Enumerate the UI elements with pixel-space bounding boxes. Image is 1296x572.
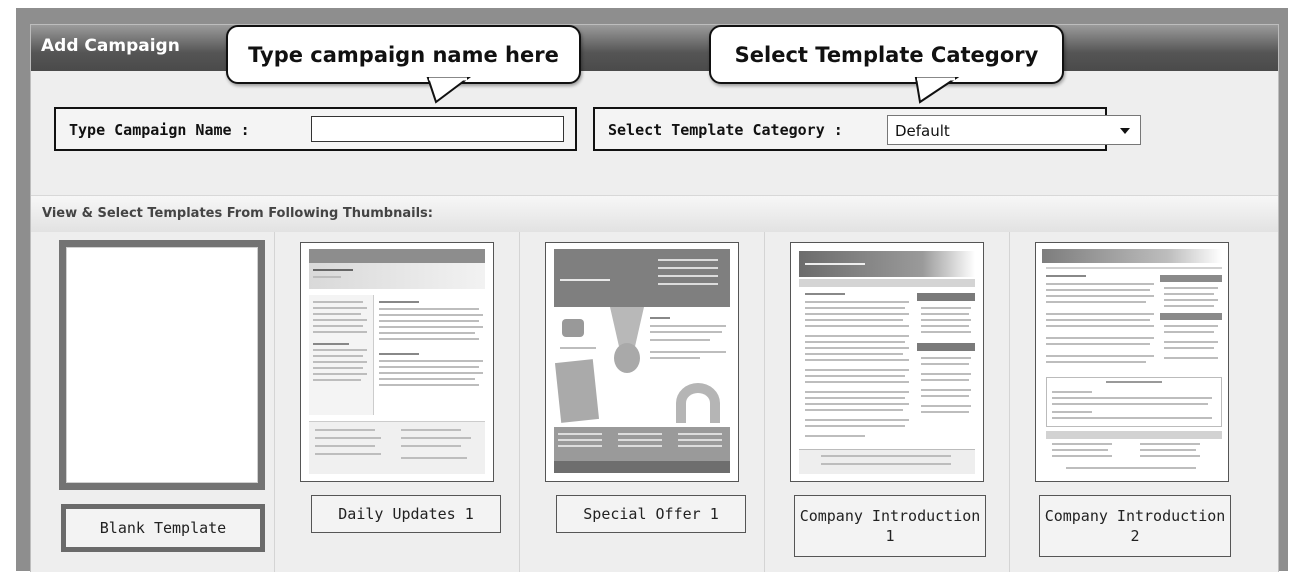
- campaign-name-label: Type Campaign Name :: [69, 121, 250, 139]
- template-button-company-introduction-1[interactable]: Company Introduction 1: [794, 495, 986, 557]
- template-card-daily-updates-1: Daily Updates 1: [276, 232, 520, 572]
- campaign-name-group: Type Campaign Name :: [54, 107, 577, 151]
- blank-page-preview: [66, 247, 258, 483]
- template-button-blank[interactable]: Blank Template: [61, 504, 265, 552]
- thumb-footer: [554, 461, 730, 473]
- thumb-banner: [1042, 249, 1222, 263]
- thumb-side-heading: [1160, 275, 1222, 282]
- thumb-ball: [614, 343, 640, 373]
- template-button-daily-updates-1[interactable]: Daily Updates 1: [311, 495, 501, 533]
- thumb-icon: [562, 319, 584, 337]
- thumb-side-heading-2: [1160, 313, 1222, 320]
- template-category-value: Default: [895, 122, 950, 140]
- thumb-banner: [554, 249, 730, 307]
- chevron-down-icon: [1120, 128, 1130, 134]
- thumb-box: [1046, 377, 1222, 427]
- panel-header: Add Campaign: [31, 25, 1278, 71]
- thumb-arrow: [676, 383, 720, 423]
- template-button-special-offer-1[interactable]: Special Offer 1: [556, 495, 746, 533]
- thumb-side-heading: [917, 293, 975, 301]
- template-card-blank: Blank Template: [31, 232, 275, 572]
- thumb-banner: [309, 249, 485, 263]
- campaign-name-callout: Type campaign name here: [226, 25, 581, 84]
- template-thumbnail-company-introduction-1[interactable]: [790, 242, 984, 482]
- template-thumbnail-company-introduction-2[interactable]: [1035, 242, 1229, 482]
- thumb-side-heading-2: [917, 343, 975, 351]
- template-card-company-introduction-1: Company Introduction 1: [766, 232, 1010, 572]
- template-thumbnail-special-offer-1[interactable]: [545, 242, 739, 482]
- template-thumbnail-blank[interactable]: [59, 240, 265, 490]
- campaign-name-callout-pointer: [426, 77, 471, 104]
- template-category-callout: Select Template Category: [709, 25, 1064, 84]
- thumb-table-head: [1046, 431, 1222, 439]
- thumb-subbar: [799, 279, 975, 287]
- template-card-special-offer-1: Special Offer 1: [521, 232, 765, 572]
- template-button-company-introduction-2[interactable]: Company Introduction 2: [1039, 495, 1231, 557]
- templates-section-header: View & Select Templates From Following T…: [31, 195, 1278, 233]
- template-category-group: Select Template Category : Default: [593, 107, 1141, 151]
- template-card-company-introduction-2: Company Introduction 2: [1011, 232, 1255, 572]
- template-category-select[interactable]: Default: [887, 115, 1141, 145]
- templates-section-heading: View & Select Templates From Following T…: [42, 206, 433, 221]
- template-category-label: Select Template Category :: [608, 121, 843, 139]
- template-thumbnail-grid: Blank Template Daily Updates 1 Special O…: [31, 232, 1278, 572]
- thumb-footer: [799, 449, 975, 474]
- add-campaign-panel: Add Campaign Type Campaign Name : Select…: [30, 24, 1279, 572]
- thumb-tag: [554, 359, 600, 423]
- template-thumbnail-daily-updates-1[interactable]: [300, 242, 494, 482]
- campaign-name-input[interactable]: [311, 116, 564, 142]
- panel-title: Add Campaign: [41, 36, 180, 56]
- template-category-callout-pointer: [914, 77, 960, 104]
